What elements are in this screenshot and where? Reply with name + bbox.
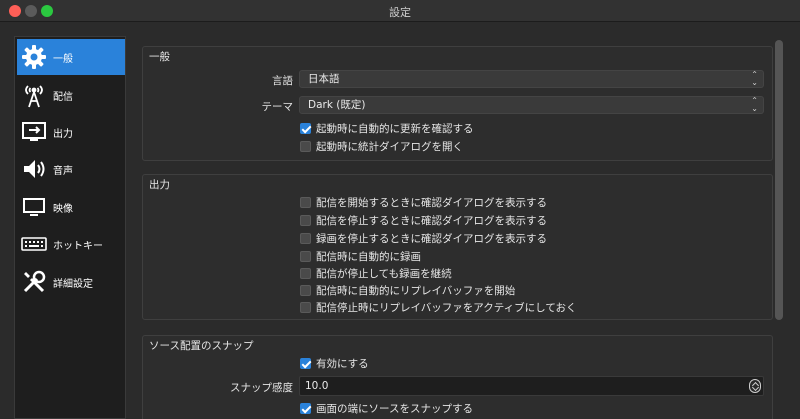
language-value: 日本語 — [308, 73, 340, 85]
snap-sensitivity-value: 10.0 — [305, 380, 329, 392]
display-icon — [19, 192, 49, 222]
stepper-icon[interactable] — [749, 379, 761, 393]
sidebar-item-audio[interactable]: 音声 — [17, 151, 125, 187]
snap-group: ソース配置のスナップ 有効にする スナップ感度 10.0 画面の端にソースをスナ… — [142, 335, 773, 419]
checkbox[interactable] — [300, 403, 311, 414]
checkbox[interactable] — [300, 268, 311, 279]
gear-icon — [19, 42, 49, 72]
scrollbar-thumb[interactable] — [775, 40, 783, 320]
theme-value: Dark (既定) — [308, 99, 366, 111]
language-select[interactable]: 日本語 ⌃ ⌄ — [299, 70, 764, 88]
snap-sensitivity-label: スナップ感度 — [230, 382, 293, 394]
theme-label: テーマ — [261, 101, 294, 113]
sidebar-item-label: 出力 — [53, 128, 73, 140]
check-label: 有効にする — [316, 358, 369, 370]
check-auto-replay-buffer[interactable]: 配信時に自動的にリプレイバッファを開始 — [300, 283, 515, 298]
check-confirm-start-stream[interactable]: 配信を開始するときに確認ダイアログを表示する — [300, 195, 547, 210]
group-title: 出力 — [149, 179, 170, 191]
check-label: 配信を停止するときに確認ダイアログを表示する — [316, 215, 547, 227]
keyboard-icon — [19, 229, 49, 259]
checkbox[interactable] — [300, 215, 311, 226]
chevron-updown-icon: ⌃ ⌄ — [751, 70, 758, 87]
check-keep-recording[interactable]: 配信が停止しても録画を継続 — [300, 266, 452, 281]
checkbox[interactable] — [300, 141, 311, 152]
language-label: 言語 — [272, 75, 293, 87]
antenna-icon — [19, 80, 49, 110]
sidebar-item-label: 音声 — [53, 165, 73, 177]
settings-sidebar: 一般 配信 出力 音声 映像 ホットキー 詳細設定 — [14, 36, 126, 419]
check-label: 配信時に自動的に録画 — [316, 251, 421, 263]
general-group: 一般 言語 日本語 ⌃ ⌄ テーマ Dark (既定) ⌃ ⌄ 起動時に自動的に更新… — [142, 46, 773, 161]
checkbox[interactable] — [300, 285, 311, 296]
sidebar-item-label: 一般 — [53, 53, 73, 65]
checkbox[interactable] — [300, 358, 311, 369]
sidebar-item-advanced[interactable]: 詳細設定 — [17, 264, 125, 300]
check-label: 配信時に自動的にリプレイバッファを開始 — [316, 285, 516, 297]
check-label: 配信が停止しても録画を継続 — [316, 268, 452, 280]
speaker-icon — [19, 154, 49, 184]
sidebar-item-label: 映像 — [53, 203, 73, 215]
check-label: 録画を停止するときに確認ダイアログを表示する — [316, 233, 547, 245]
sidebar-item-label: 配信 — [53, 91, 73, 103]
snap-sensitivity-input[interactable]: 10.0 — [299, 376, 764, 396]
check-confirm-stop-record[interactable]: 録画を停止するときに確認ダイアログを表示する — [300, 231, 547, 246]
sidebar-item-hotkeys[interactable]: ホットキー — [17, 226, 125, 262]
chevron-updown-icon: ⌃ ⌄ — [751, 96, 758, 113]
sidebar-item-general[interactable]: 一般 — [17, 39, 125, 75]
theme-select[interactable]: Dark (既定) ⌃ ⌄ — [299, 96, 764, 114]
check-label: 配信停止時にリプレイバッファをアクティブにしておく — [316, 302, 577, 314]
check-auto-record[interactable]: 配信時に自動的に録画 — [300, 249, 421, 264]
sidebar-item-stream[interactable]: 配信 — [17, 77, 125, 113]
check-label: 起動時に統計ダイアログを開く — [316, 141, 463, 153]
check-label: 起動時に自動的に更新を確認する — [316, 123, 474, 135]
checkbox[interactable] — [300, 197, 311, 208]
window-title: 設定 — [389, 6, 411, 19]
check-confirm-stop-stream[interactable]: 配信を停止するときに確認ダイアログを表示する — [300, 213, 547, 228]
check-keep-replay-buffer[interactable]: 配信停止時にリプレイバッファをアクティブにしておく — [300, 300, 577, 315]
output-group: 出力 配信を開始するときに確認ダイアログを表示する 配信を停止するときに確認ダイ… — [142, 174, 773, 320]
monitor-output-icon — [19, 117, 49, 147]
checkbox[interactable] — [300, 302, 311, 313]
check-label: 画面の端にソースをスナップする — [316, 403, 473, 415]
check-label: 配信を開始するときに確認ダイアログを表示する — [316, 197, 547, 209]
checkbox[interactable] — [300, 233, 311, 244]
check-snap-enable[interactable]: 有効にする — [300, 356, 369, 371]
group-title: ソース配置のスナップ — [149, 340, 254, 352]
sidebar-item-output[interactable]: 出力 — [17, 114, 125, 150]
checkbox[interactable] — [300, 123, 311, 134]
group-title: 一般 — [149, 51, 170, 63]
check-auto-update[interactable]: 起動時に自動的に更新を確認する — [300, 121, 474, 136]
sidebar-item-label: 詳細設定 — [53, 278, 93, 290]
sidebar-item-label: ホットキー — [53, 240, 103, 252]
checkbox[interactable] — [300, 251, 311, 262]
check-snap-screen-edge[interactable]: 画面の端にソースをスナップする — [300, 401, 473, 416]
sidebar-item-video[interactable]: 映像 — [17, 189, 125, 225]
check-open-stats[interactable]: 起動時に統計ダイアログを開く — [300, 139, 463, 154]
tools-icon — [19, 267, 49, 297]
title-bar: 設定 — [0, 0, 800, 22]
